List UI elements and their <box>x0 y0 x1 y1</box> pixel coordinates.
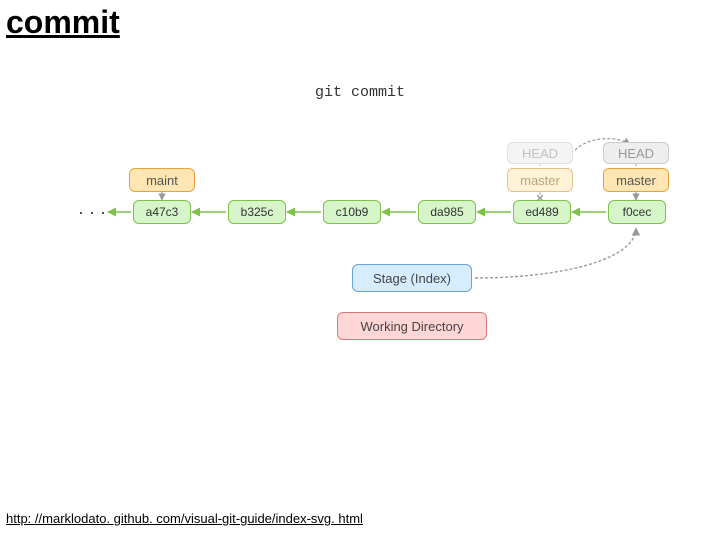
commit-node: f0cec <box>608 200 666 224</box>
source-link[interactable]: http: //marklodato. github. com/visual-g… <box>6 511 363 526</box>
commit-node: b325c <box>228 200 286 224</box>
slide-title: commit <box>6 4 120 41</box>
stage-box: Stage (Index) <box>352 264 472 292</box>
branch-master-new: master <box>603 168 669 192</box>
commit-node: a47c3 <box>133 200 191 224</box>
git-command: git commit <box>315 84 405 101</box>
head-old-label: HEAD <box>507 142 573 164</box>
working-directory-box: Working Directory <box>337 312 487 340</box>
commit-node: ed489 <box>513 200 571 224</box>
head-new-label: HEAD <box>603 142 669 164</box>
commit-node: c10b9 <box>323 200 381 224</box>
branch-master-old: master <box>507 168 573 192</box>
history-ellipsis: · · · <box>78 202 106 223</box>
commit-node: da985 <box>418 200 476 224</box>
branch-maint: maint <box>129 168 195 192</box>
git-diagram: HEAD HEAD maint master master · · · a47c… <box>0 130 720 390</box>
